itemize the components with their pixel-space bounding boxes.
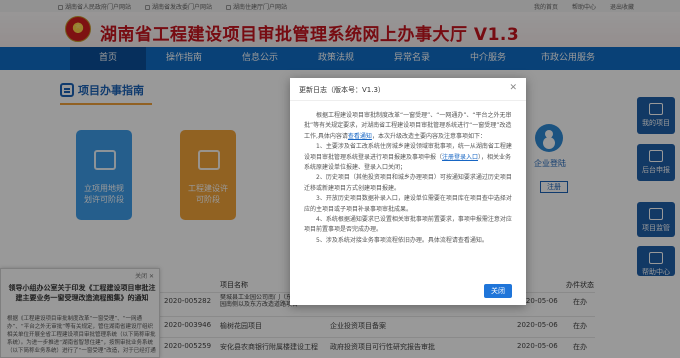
intro-paragraph: 根据工程建设项目审批制度改革“一窗受理”、“一网通办”、“平台之外无审批”等有关…	[304, 112, 512, 140]
close-button[interactable]: 关闭	[484, 284, 512, 298]
dialog-body: 根据工程建设项目审批制度改革“一窗受理”、“一网通办”、“平台之外无审批”等有关…	[304, 111, 515, 246]
dialog-header: 更新日志（版本号：V1.3） ✕	[290, 78, 526, 101]
dialog-title: 更新日志（版本号：V1.3）	[299, 86, 385, 94]
register-login-link[interactable]: 注册登录入口	[442, 154, 478, 161]
view-notice-link[interactable]: 查看通知	[348, 133, 372, 140]
close-icon[interactable]: ✕	[509, 83, 517, 93]
list-item: 3、开放历史项目数据补录入口，建设单位需要在项目库在项目查中选择对应的主项目或子…	[304, 195, 512, 213]
list-item: 2、历史项目（其他投资项目和城乡办理项目）可按通知要求通过历史项目迁移或新建项目…	[304, 174, 512, 192]
list-item: 4、系统根据通知要求已设置相关审批事项前置要求，事项申报需注意对应项目前置事项是…	[304, 216, 512, 234]
list-item: 5、涉及系统对接业务事项流程依旧办理。具体流程请查看通知。	[316, 236, 488, 244]
list-item: 1、主要涉及省工改系统住房城乡建设领域审批事项，统一从湖南省工程建设项目审批管理…	[304, 143, 512, 172]
update-log-dialog: 更新日志（版本号：V1.3） ✕ 根据工程建设项目审批制度改革“一窗受理”、“一…	[290, 78, 526, 305]
